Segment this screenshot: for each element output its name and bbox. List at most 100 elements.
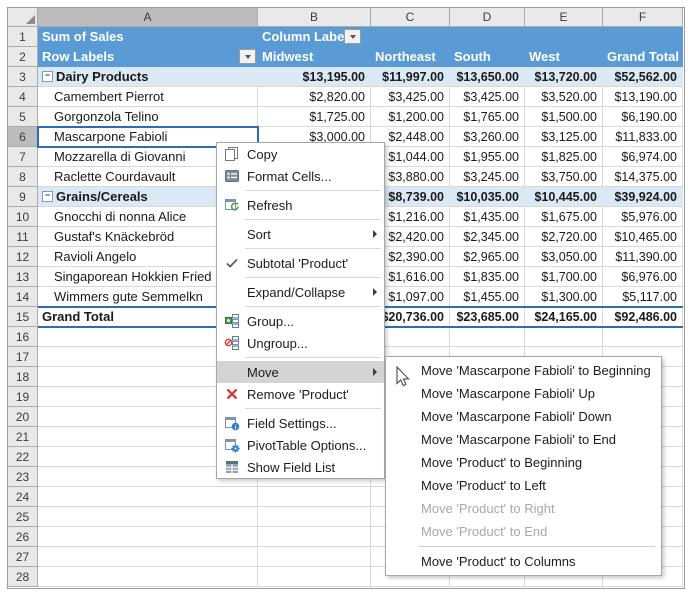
menu-item-expand-collapse[interactable]: Expand/Collapse	[217, 281, 384, 303]
cell-D15[interactable]: $23,685.00	[450, 307, 525, 327]
row-header-23[interactable]: 23	[8, 467, 38, 487]
column-header-B[interactable]: B	[258, 8, 371, 27]
cell-A27[interactable]	[38, 547, 258, 567]
row-header-18[interactable]: 18	[8, 367, 38, 387]
cell-E7[interactable]: $1,825.00	[525, 147, 603, 167]
collapse-box-icon[interactable]: −	[42, 191, 53, 202]
menu-item-copy[interactable]: Copy	[217, 143, 384, 165]
submenu-item-move-mascarpone-fabioli-up[interactable]: Move 'Mascarpone Fabioli' Up	[386, 382, 661, 405]
cell-B5[interactable]: $1,725.00	[258, 107, 371, 127]
submenu-item-move-mascarpone-fabioli-to-end[interactable]: Move 'Mascarpone Fabioli' to End	[386, 428, 661, 451]
cell-C2[interactable]: Northeast	[371, 47, 450, 67]
cell-E10[interactable]: $1,675.00	[525, 207, 603, 227]
menu-item-group[interactable]: Group...	[217, 310, 384, 332]
row-header-16[interactable]: 16	[8, 327, 38, 347]
menu-item-pivottable-options[interactable]: PivotTable Options...	[217, 434, 384, 456]
cell-B4[interactable]: $2,820.00	[258, 87, 371, 107]
cell-F2[interactable]: Grand Total	[603, 47, 683, 67]
cell-B3[interactable]: $13,195.00	[258, 67, 371, 87]
cell-B26[interactable]	[258, 527, 371, 547]
row-header-20[interactable]: 20	[8, 407, 38, 427]
cell-F10[interactable]: $5,976.00	[603, 207, 683, 227]
row-header-12[interactable]: 12	[8, 247, 38, 267]
cell-E5[interactable]: $1,500.00	[525, 107, 603, 127]
cell-D8[interactable]: $3,245.00	[450, 167, 525, 187]
cell-F12[interactable]: $11,390.00	[603, 247, 683, 267]
row-header-2[interactable]: 2	[8, 47, 38, 67]
column-header-F[interactable]: F	[603, 8, 683, 27]
row-header-7[interactable]: 7	[8, 147, 38, 167]
row-header-3[interactable]: 3	[8, 67, 38, 87]
cell-A1[interactable]: Sum of Sales	[38, 27, 258, 47]
cell-F1[interactable]	[603, 27, 683, 47]
cell-B27[interactable]	[258, 547, 371, 567]
cell-F9[interactable]: $39,924.00	[603, 187, 683, 207]
cell-E1[interactable]	[525, 27, 603, 47]
cell-D4[interactable]: $3,425.00	[450, 87, 525, 107]
cell-F6[interactable]: $11,833.00	[603, 127, 683, 147]
menu-item-remove-product[interactable]: Remove 'Product'	[217, 383, 384, 405]
cell-E11[interactable]: $2,720.00	[525, 227, 603, 247]
row-header-15[interactable]: 15	[8, 307, 38, 327]
row-header-4[interactable]: 4	[8, 87, 38, 107]
submenu-item-move-product-to-columns[interactable]: Move 'Product' to Columns	[386, 550, 661, 573]
cell-A24[interactable]	[38, 487, 258, 507]
row-header-21[interactable]: 21	[8, 427, 38, 447]
cell-C4[interactable]: $3,425.00	[371, 87, 450, 107]
cell-E6[interactable]: $3,125.00	[525, 127, 603, 147]
cell-F7[interactable]: $6,974.00	[603, 147, 683, 167]
row-header-8[interactable]: 8	[8, 167, 38, 187]
row-header-11[interactable]: 11	[8, 227, 38, 247]
menu-item-ungroup[interactable]: Ungroup...	[217, 332, 384, 354]
cell-E2[interactable]: West	[525, 47, 603, 67]
cell-F11[interactable]: $10,465.00	[603, 227, 683, 247]
cell-F16[interactable]	[603, 327, 683, 347]
cell-D9[interactable]: $10,035.00	[450, 187, 525, 207]
submenu-item-move-mascarpone-fabioli-down[interactable]: Move 'Mascarpone Fabioli' Down	[386, 405, 661, 428]
row-header-1[interactable]: 1	[8, 27, 38, 47]
cell-D11[interactable]: $2,345.00	[450, 227, 525, 247]
cell-A3[interactable]: −Dairy Products	[38, 67, 258, 87]
cell-F3[interactable]: $52,562.00	[603, 67, 683, 87]
column-header-C[interactable]: C	[371, 8, 450, 27]
submenu-item-move-mascarpone-fabioli-to-beginning[interactable]: Move 'Mascarpone Fabioli' to Beginning	[386, 359, 661, 382]
menu-item-show-field-list[interactable]: Show Field List	[217, 456, 384, 478]
select-all-button[interactable]	[8, 8, 38, 27]
cell-A4[interactable]: Camembert Pierrot	[38, 87, 258, 107]
row-header-17[interactable]: 17	[8, 347, 38, 367]
menu-item-sort[interactable]: Sort	[217, 223, 384, 245]
menu-item-refresh[interactable]: Refresh	[217, 194, 384, 216]
collapse-box-icon[interactable]: −	[42, 71, 53, 82]
row-header-10[interactable]: 10	[8, 207, 38, 227]
cell-A26[interactable]	[38, 527, 258, 547]
cell-F14[interactable]: $5,117.00	[603, 287, 683, 307]
menu-item-field-settings[interactable]: iField Settings...	[217, 412, 384, 434]
row-header-19[interactable]: 19	[8, 387, 38, 407]
cell-D3[interactable]: $13,650.00	[450, 67, 525, 87]
row-header-5[interactable]: 5	[8, 107, 38, 127]
submenu-item-move-product-to-left[interactable]: Move 'Product' to Left	[386, 474, 661, 497]
row-header-25[interactable]: 25	[8, 507, 38, 527]
column-header-E[interactable]: E	[525, 8, 603, 27]
cell-C3[interactable]: $11,997.00	[371, 67, 450, 87]
row-header-22[interactable]: 22	[8, 447, 38, 467]
cell-A25[interactable]	[38, 507, 258, 527]
menu-item-format-cells[interactable]: Format Cells...	[217, 165, 384, 187]
submenu-item-move-product-to-beginning[interactable]: Move 'Product' to Beginning	[386, 451, 661, 474]
cell-B28[interactable]	[258, 567, 371, 587]
cell-F5[interactable]: $6,190.00	[603, 107, 683, 127]
row-header-14[interactable]: 14	[8, 287, 38, 307]
cell-D2[interactable]: South	[450, 47, 525, 67]
cell-D5[interactable]: $1,765.00	[450, 107, 525, 127]
cell-D1[interactable]	[450, 27, 525, 47]
cell-D13[interactable]: $1,835.00	[450, 267, 525, 287]
column-header-D[interactable]: D	[450, 8, 525, 27]
row-labels-filter-button[interactable]	[239, 49, 256, 64]
cell-A5[interactable]: Gorgonzola Telino	[38, 107, 258, 127]
cell-F8[interactable]: $14,375.00	[603, 167, 683, 187]
cell-B24[interactable]	[258, 487, 371, 507]
menu-item-move[interactable]: Move	[217, 361, 384, 383]
cell-E3[interactable]: $13,720.00	[525, 67, 603, 87]
cell-E9[interactable]: $10,445.00	[525, 187, 603, 207]
row-header-13[interactable]: 13	[8, 267, 38, 287]
